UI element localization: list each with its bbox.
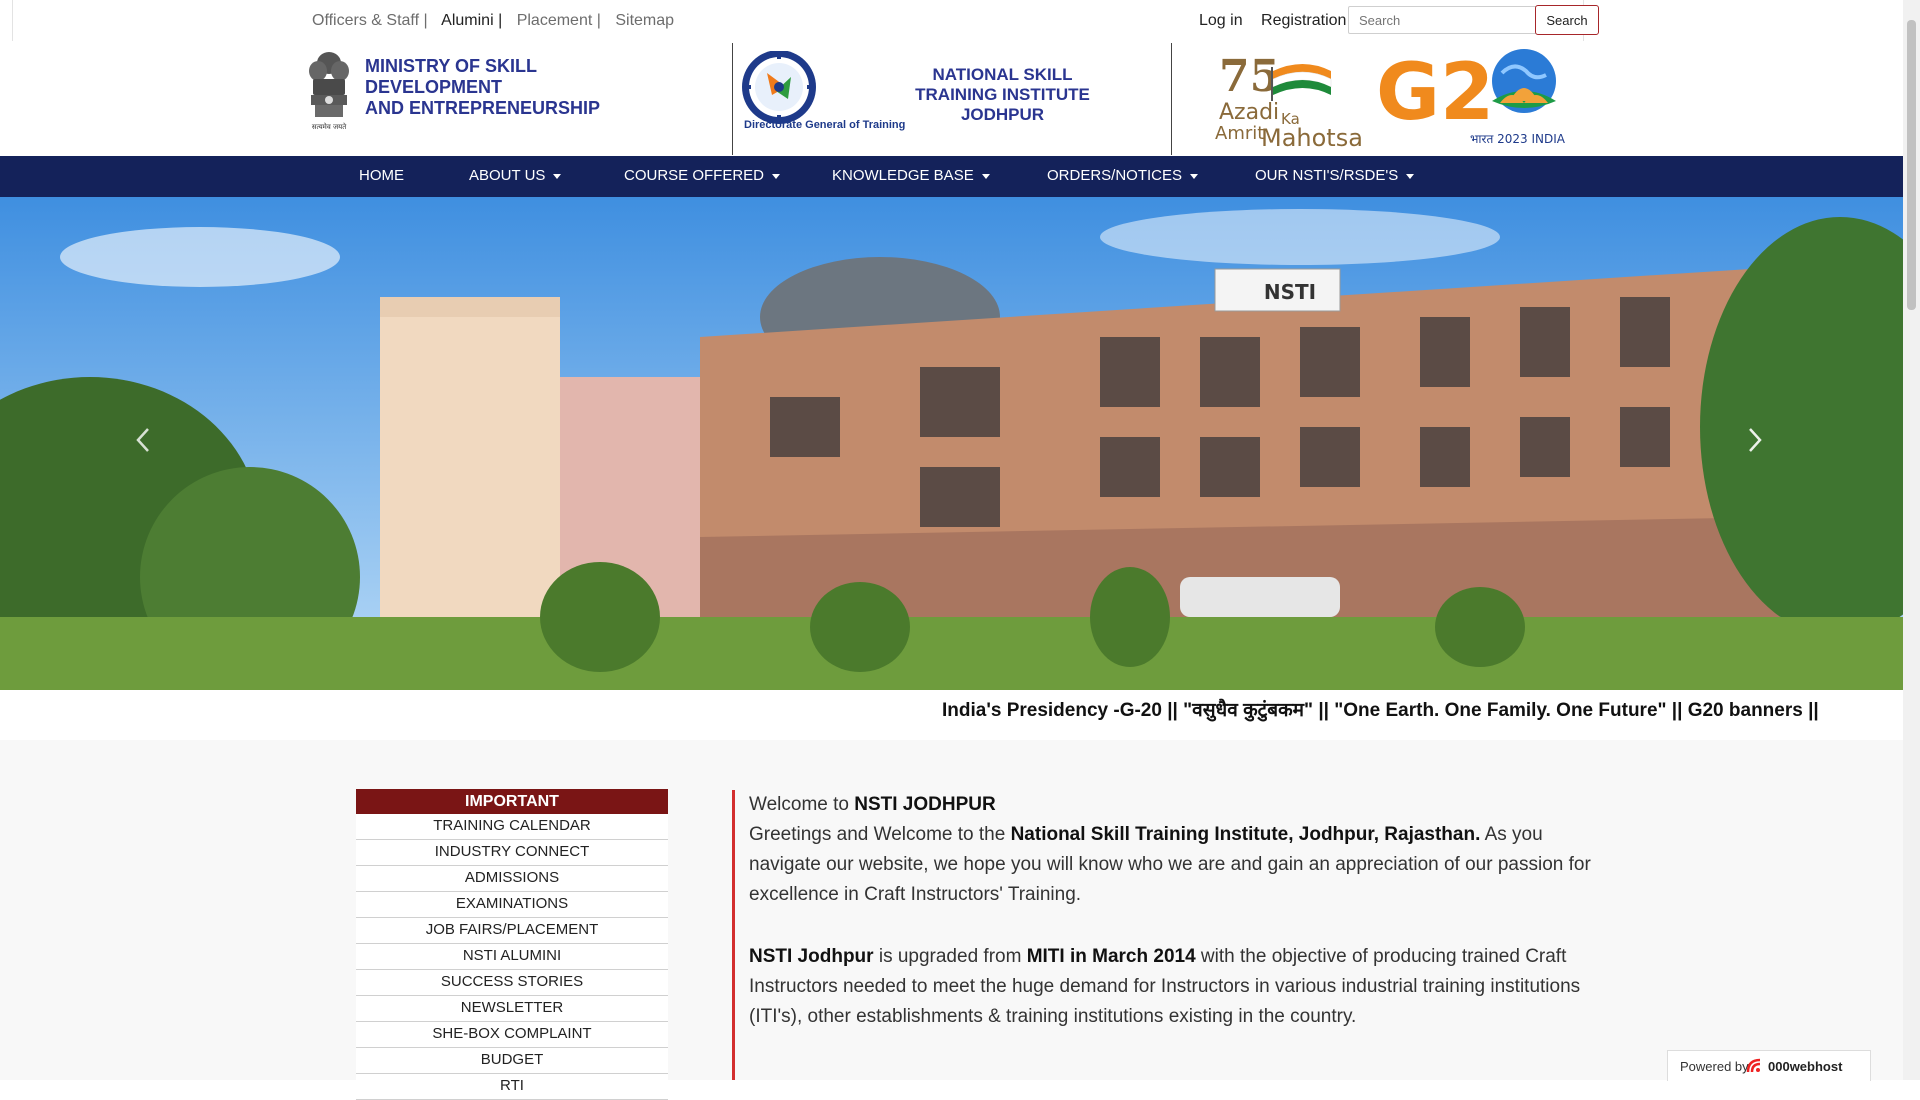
auth-links: Log in Registration <box>1199 12 1360 30</box>
important-link-admissions[interactable]: ADMISSIONS <box>356 866 668 892</box>
top-links: Officers & Staff | Alumini | Placement |… <box>312 12 684 30</box>
main-navbar: HOME ABOUT US COURSE OFFERED KNOWLEDGE B… <box>0 156 1903 197</box>
nav-course-offered-label: COURSE OFFERED <box>624 167 765 184</box>
dgt-caption: Directorate General of Training <box>744 119 906 131</box>
header-divider <box>732 43 733 155</box>
officers-staff-link[interactable]: Officers & Staff | <box>312 12 428 29</box>
registration-link[interactable]: Registration <box>1261 12 1346 29</box>
g20-logo: G2 भारत 2023 INDIA <box>1376 48 1566 146</box>
important-link-industry-connect[interactable]: INDUSTRY CONNECT <box>356 840 668 866</box>
mahotsav-word: Mahotsav <box>1261 124 1363 149</box>
national-emblem-icon: सत्यमेव जयते <box>309 52 349 131</box>
welcome-bold: NSTI JODHPUR <box>854 794 996 815</box>
amrit-word: Amrit <box>1215 123 1264 144</box>
g20-caption: भारत 2023 INDIA <box>1470 132 1566 146</box>
important-link-success-stories[interactable]: SUCCESS STORIES <box>356 970 668 996</box>
powered-by-brand: 000webhost <box>1768 1059 1843 1074</box>
ministry-line-1: MINISTRY OF SKILL <box>365 56 538 76</box>
nav-about-us-label: ABOUT US <box>469 167 546 184</box>
p1-prefix: Greetings and Welcome to the <box>749 824 1011 845</box>
nav-about-us[interactable]: ABOUT US <box>469 167 562 184</box>
welcome-prefix: Welcome to <box>749 794 855 815</box>
welcome-heading: Welcome to NSTI JODHPUR <box>749 790 1609 820</box>
p1-bold: National Skill Training Institute, Jodhp… <box>1010 824 1481 845</box>
powered-by-label: Powered by <box>1680 1059 1749 1074</box>
important-link-training-calendar[interactable]: TRAINING CALENDAR <box>356 814 668 840</box>
nav-home-label: HOME <box>359 167 404 184</box>
p2-bold-2: MITI in March 2014 <box>1026 946 1196 967</box>
institute-title: NATIONAL SKILL TRAINING INSTITUTE JODHPU… <box>900 65 1105 125</box>
news-ticker: India's Presidency -G-20 || "वसुधैव कुटु… <box>0 690 1903 724</box>
important-link-she-box[interactable]: SHE-BOX COMPLAINT <box>356 1022 668 1048</box>
nav-our-nstis-label: OUR NSTI'S/RSDE'S <box>1255 167 1399 184</box>
login-link[interactable]: Log in <box>1199 12 1243 29</box>
search-input[interactable] <box>1348 6 1538 34</box>
placement-link[interactable]: Placement | <box>517 12 601 29</box>
institute-line-3: JODHPUR <box>960 105 1045 124</box>
nav-orders-notices-label: ORDERS/NOTICES <box>1047 167 1183 184</box>
caret-down-icon <box>553 173 562 179</box>
emblem-caption: सत्यमेव जयते <box>312 122 347 131</box>
hero-image: NSTI <box>0 197 1903 690</box>
powered-by-badge[interactable]: Powered by 000webhost <box>1667 1050 1871 1081</box>
important-link-job-fairs[interactable]: JOB FAIRS/PLACEMENT <box>356 918 668 944</box>
svg-text:G2: G2 <box>1376 48 1494 138</box>
scrollbar-thumb[interactable] <box>1907 20 1916 310</box>
nav-our-nstis[interactable]: OUR NSTI'S/RSDE'S <box>1255 167 1415 184</box>
ticker-text[interactable]: India's Presidency -G-20 || "वसुधैव कुटु… <box>942 696 1819 722</box>
sitemap-link[interactable]: Sitemap <box>615 12 674 29</box>
nav-orders-notices[interactable]: ORDERS/NOTICES <box>1047 167 1199 184</box>
nav-knowledge-base-label: KNOWLEDGE BASE <box>832 167 974 184</box>
welcome-content: Welcome to NSTI JODHPUR Greetings and We… <box>732 790 1609 1080</box>
p2-mid: is upgraded from <box>873 946 1027 967</box>
carousel-prev-icon[interactable] <box>128 425 158 455</box>
caret-down-icon <box>1406 173 1415 179</box>
institute-line-2: TRAINING INSTITUTE <box>915 85 1090 104</box>
important-link-nsti-alumini[interactable]: NSTI ALUMINI <box>356 944 668 970</box>
ministry-line-2: DEVELOPMENT <box>365 77 503 97</box>
nav-home[interactable]: HOME <box>359 167 404 184</box>
nav-knowledge-base[interactable]: KNOWLEDGE BASE <box>832 167 990 184</box>
nav-course-offered[interactable]: COURSE OFFERED <box>624 167 781 184</box>
alumini-link[interactable]: Alumini | <box>441 12 502 29</box>
important-link-newsletter[interactable]: NEWSLETTER <box>356 996 668 1022</box>
important-link-budget[interactable]: BUDGET <box>356 1048 668 1074</box>
institute-line-1: NATIONAL SKILL <box>932 65 1073 84</box>
site-header: सत्यमेव जयते MINISTRY OF SKILL DEVELOPME… <box>0 41 1903 156</box>
ministry-title: MINISTRY OF SKILL DEVELOPMENT AND ENTREP… <box>365 56 655 119</box>
caret-down-icon <box>1190 173 1199 179</box>
building-sign-text: NSTI <box>1264 280 1316 304</box>
important-heading: IMPORTANT <box>356 789 668 814</box>
azadi-word: Azadi <box>1219 100 1279 125</box>
azadi-ka-amrit-mahotsav-logo: 75 Azadi Ka Amrit Mahotsav <box>1215 51 1363 149</box>
important-link-examinations[interactable]: EXAMINATIONS <box>356 892 668 918</box>
important-link-rti[interactable]: RTI <box>356 1074 668 1100</box>
p2-bold-1: NSTI Jodhpur <box>749 946 874 967</box>
caret-down-icon <box>981 173 990 179</box>
caret-down-icon <box>772 173 781 179</box>
ministry-line-3: AND ENTREPRENEURSHIP <box>365 98 601 118</box>
webhost-logo-icon <box>1746 1058 1761 1073</box>
welcome-paragraph-2: NSTI Jodhpur is upgraded from MITI in Ma… <box>749 942 1609 1032</box>
welcome-paragraph-1: Greetings and Welcome to the National Sk… <box>749 820 1609 910</box>
carousel-next-icon[interactable] <box>1740 425 1770 455</box>
hero-carousel: NSTI <box>0 197 1903 690</box>
search-button[interactable]: Search <box>1535 5 1599 35</box>
page-scrollbar[interactable] <box>1903 0 1920 1080</box>
important-links-panel: IMPORTANT TRAINING CALENDAR INDUSTRY CON… <box>356 789 668 1100</box>
header-divider-2 <box>1171 43 1172 155</box>
